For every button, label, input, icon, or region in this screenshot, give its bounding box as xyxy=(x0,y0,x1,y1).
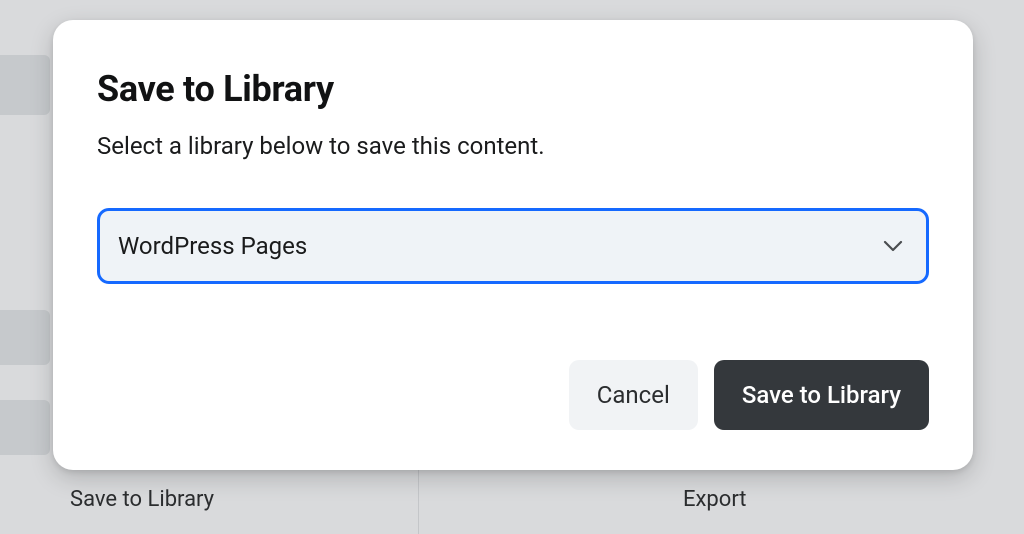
save-to-library-button[interactable]: Save to Library xyxy=(714,360,929,430)
library-select-wrap: WordPress Pages xyxy=(97,208,929,284)
library-select[interactable]: WordPress Pages xyxy=(97,208,929,284)
save-to-library-modal: Save to Library Select a library below t… xyxy=(53,20,973,470)
background-bottom-bar: Save to Library Export xyxy=(0,464,1024,534)
background-list-row xyxy=(0,310,50,365)
modal-title: Save to Library xyxy=(97,68,929,110)
cancel-button[interactable]: Cancel xyxy=(569,360,698,430)
background-list-row xyxy=(0,55,50,115)
modal-subtitle: Select a library below to save this cont… xyxy=(97,132,929,160)
modal-actions: Cancel Save to Library xyxy=(97,360,929,430)
background-list-row xyxy=(0,400,50,455)
background-export-label: Export xyxy=(683,487,747,512)
background-save-to-library-label: Save to Library xyxy=(70,487,214,512)
